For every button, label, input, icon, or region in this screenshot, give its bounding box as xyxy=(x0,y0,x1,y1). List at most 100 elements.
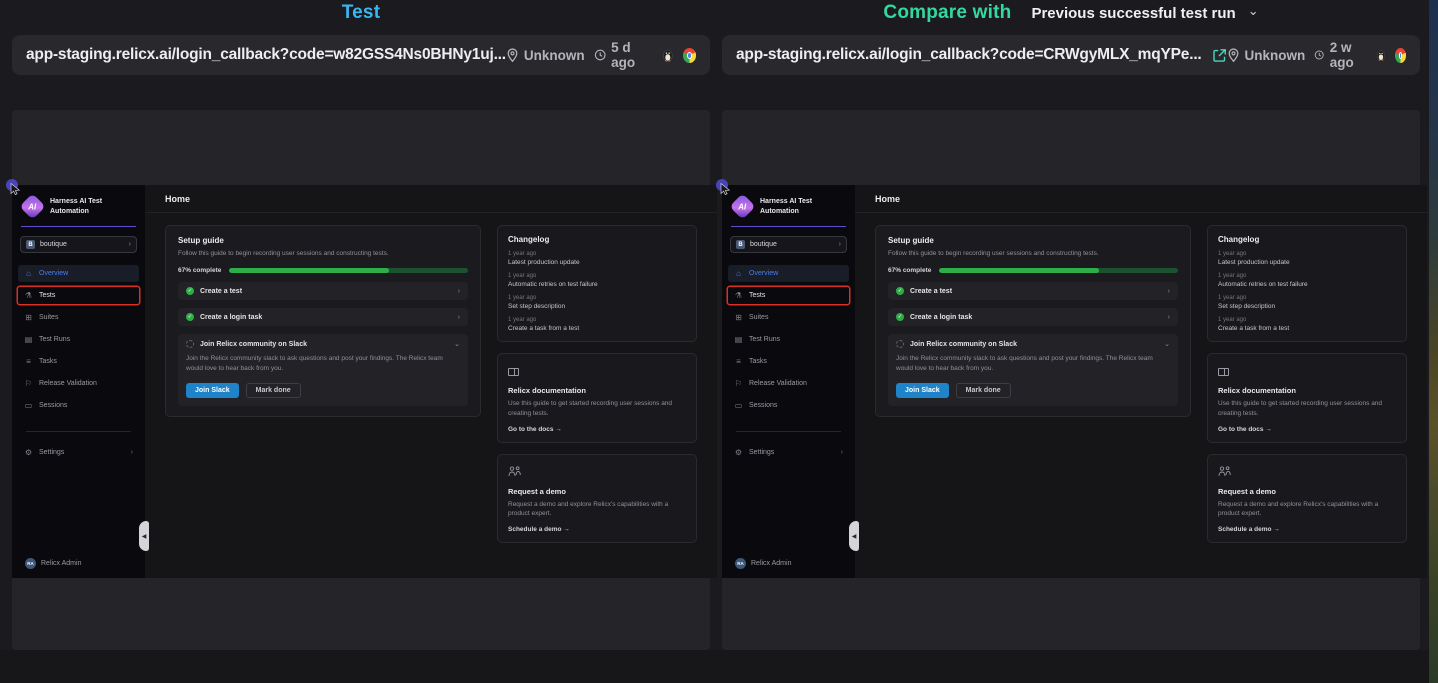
grid-icon: ⊞ xyxy=(24,313,33,322)
app-screenshot: AI Harness AI Test Automation B boutique… xyxy=(722,185,1420,578)
sidebar-item-tests[interactable]: ⚗ Tests xyxy=(18,287,139,304)
sidebar-item-overview[interactable]: ⌂ Overview xyxy=(18,265,139,282)
empty-circle-icon xyxy=(896,340,904,348)
sidebar-item-sessions[interactable]: ▭ Sessions xyxy=(18,397,139,414)
changelog-time: 1 year ago xyxy=(1218,273,1396,279)
project-selector[interactable]: B boutique › xyxy=(730,236,847,253)
task-join-slack: Join Relicx community on Slack ⌄ Join th… xyxy=(888,334,1178,405)
task-create-a-login-task[interactable]: ✓ Create a login task › xyxy=(178,308,468,326)
url-bar-test[interactable]: app-staging.relicx.ai/login_callback?cod… xyxy=(12,35,710,75)
progress-fill xyxy=(939,268,1099,273)
sidebar-collapse-handle[interactable]: ◀ xyxy=(139,521,149,551)
sidebar-item-tasks[interactable]: ≡ Tasks xyxy=(18,353,139,370)
user-row[interactable]: RA Relicx Admin xyxy=(735,558,791,569)
docs-title: Relicx documentation xyxy=(1218,386,1396,395)
sidebar-item-release-validation[interactable]: ⚐ Release Validation xyxy=(18,375,139,392)
location-meta: Unknown xyxy=(506,48,585,63)
compare-run-select[interactable]: Previous successful test run ⌄ xyxy=(1031,5,1258,22)
sidebar-item-label: Release Validation xyxy=(39,380,97,387)
changelog-text: Set step description xyxy=(508,303,686,310)
task-label: Create a test xyxy=(910,288,952,295)
age-value: 5 d ago xyxy=(611,40,653,70)
brand: AI Harness AI Test Automation xyxy=(12,185,145,224)
changelog-time: 1 year ago xyxy=(508,273,686,279)
sidebar-item-suites[interactable]: ⊞ Suites xyxy=(18,309,139,326)
external-link-icon[interactable] xyxy=(1212,48,1227,63)
changelog-time: 1 year ago xyxy=(1218,251,1396,257)
task-create-a-test[interactable]: ✓ Create a test › xyxy=(888,282,1178,300)
compare-view: Test Compare with Previous successful te… xyxy=(0,0,1438,683)
go-to-docs-link[interactable]: Go to the docs → xyxy=(1218,426,1396,433)
book-icon xyxy=(508,368,519,376)
sidebar-collapse-handle[interactable]: ◀ xyxy=(849,521,859,551)
changelog-card: Changelog 1 year ago Latest production u… xyxy=(497,225,697,342)
flag-icon: ⚐ xyxy=(24,379,33,388)
project-selector[interactable]: B boutique › xyxy=(20,236,137,253)
url-bar-compare[interactable]: app-staging.relicx.ai/login_callback?cod… xyxy=(722,35,1420,75)
location-pin-icon xyxy=(506,48,519,63)
sidebar-item-tasks[interactable]: ≡ Tasks xyxy=(728,353,849,370)
changelog-time: 1 year ago xyxy=(1218,295,1396,301)
go-to-docs-link[interactable]: Go to the docs → xyxy=(508,426,686,433)
screen-icon: ▭ xyxy=(24,401,33,410)
sidebar-item-sessions[interactable]: ▭ Sessions xyxy=(728,397,849,414)
sidebar-item-label: Suites xyxy=(749,314,768,321)
schedule-demo-link[interactable]: Schedule a demo → xyxy=(1218,526,1396,533)
join-slack-button[interactable]: Join Slack xyxy=(896,383,949,398)
chevron-down-icon: ⌄ xyxy=(454,340,460,348)
app-sidebar: AI Harness AI Test Automation B boutique… xyxy=(12,185,145,578)
demo-description: Request a demo and explore Relicx's capa… xyxy=(1218,500,1396,520)
task-create-a-test[interactable]: ✓ Create a test › xyxy=(178,282,468,300)
linux-icon xyxy=(1376,48,1386,63)
changelog-title: Changelog xyxy=(1218,235,1396,244)
sidebar-item-release-validation[interactable]: ⚐ Release Validation xyxy=(728,375,849,392)
book-icon xyxy=(1218,368,1229,376)
task-description: Join the Relicx community slack to ask q… xyxy=(896,354,1170,374)
changelog-title: Changelog xyxy=(508,235,686,244)
people-icon xyxy=(508,466,521,477)
sidebar-item-label: Overview xyxy=(749,270,778,277)
flask-icon: ⚗ xyxy=(24,291,33,300)
sidebar-item-test-runs[interactable]: ▤ Test Runs xyxy=(728,331,849,348)
cursor-arrow-icon xyxy=(10,183,20,195)
task-create-a-login-task[interactable]: ✓ Create a login task › xyxy=(888,308,1178,326)
docs-title: Relicx documentation xyxy=(508,386,686,395)
sidebar-item-settings[interactable]: ⚙ Settings › xyxy=(728,444,849,461)
user-row[interactable]: RA Relicx Admin xyxy=(25,558,81,569)
join-slack-button[interactable]: Join Slack xyxy=(186,383,239,398)
chevron-right-icon: › xyxy=(839,241,841,248)
progress-bar xyxy=(229,268,468,273)
mark-done-button[interactable]: Mark done xyxy=(246,383,301,398)
sidebar-item-tests[interactable]: ⚗ Tests xyxy=(728,287,849,304)
changelog-entry: 1 year ago Create a task from a test xyxy=(508,317,686,332)
chevron-right-icon: › xyxy=(131,449,133,456)
app-header: Home xyxy=(855,185,1427,213)
demo-card: Request a demo Request a demo and explor… xyxy=(497,454,697,544)
changelog-time: 1 year ago xyxy=(508,251,686,257)
sidebar-item-settings[interactable]: ⚙ Settings › xyxy=(18,444,139,461)
compare-screenshot-panel: AI Harness AI Test Automation B boutique… xyxy=(722,110,1420,650)
sidebar-item-suites[interactable]: ⊞ Suites xyxy=(728,309,849,326)
screen-icon: ▭ xyxy=(734,401,743,410)
sidebar-item-label: Tests xyxy=(39,292,55,299)
list-icon: ≡ xyxy=(24,357,33,366)
url-text: app-staging.relicx.ai/login_callback?cod… xyxy=(26,46,506,64)
avatar: RA xyxy=(735,558,746,569)
chevron-down-icon: ⌄ xyxy=(1248,3,1259,19)
progress-label: 67% complete xyxy=(178,267,221,274)
sidebar-item-test-runs[interactable]: ▤ Test Runs xyxy=(18,331,139,348)
chevron-right-icon: › xyxy=(129,241,131,248)
chrome-icon xyxy=(1395,48,1406,63)
task-join-slack-header[interactable]: Join Relicx community on Slack ⌄ xyxy=(186,340,460,348)
sidebar-item-label: Release Validation xyxy=(749,380,807,387)
mark-done-button[interactable]: Mark done xyxy=(956,383,1011,398)
check-circle-icon: ✓ xyxy=(186,287,194,295)
changelog-entry: 1 year ago Latest production update xyxy=(1218,251,1396,266)
app-main: Home Setup guide Follow this guide to be… xyxy=(145,185,717,578)
task-label: Join Relicx community on Slack xyxy=(910,341,1017,348)
task-join-slack-header[interactable]: Join Relicx community on Slack ⌄ xyxy=(896,340,1170,348)
sidebar-item-overview[interactable]: ⌂ Overview xyxy=(728,265,849,282)
schedule-demo-link[interactable]: Schedule a demo → xyxy=(508,526,686,533)
chevron-right-icon: › xyxy=(458,288,460,295)
grid-icon: ⊞ xyxy=(734,313,743,322)
